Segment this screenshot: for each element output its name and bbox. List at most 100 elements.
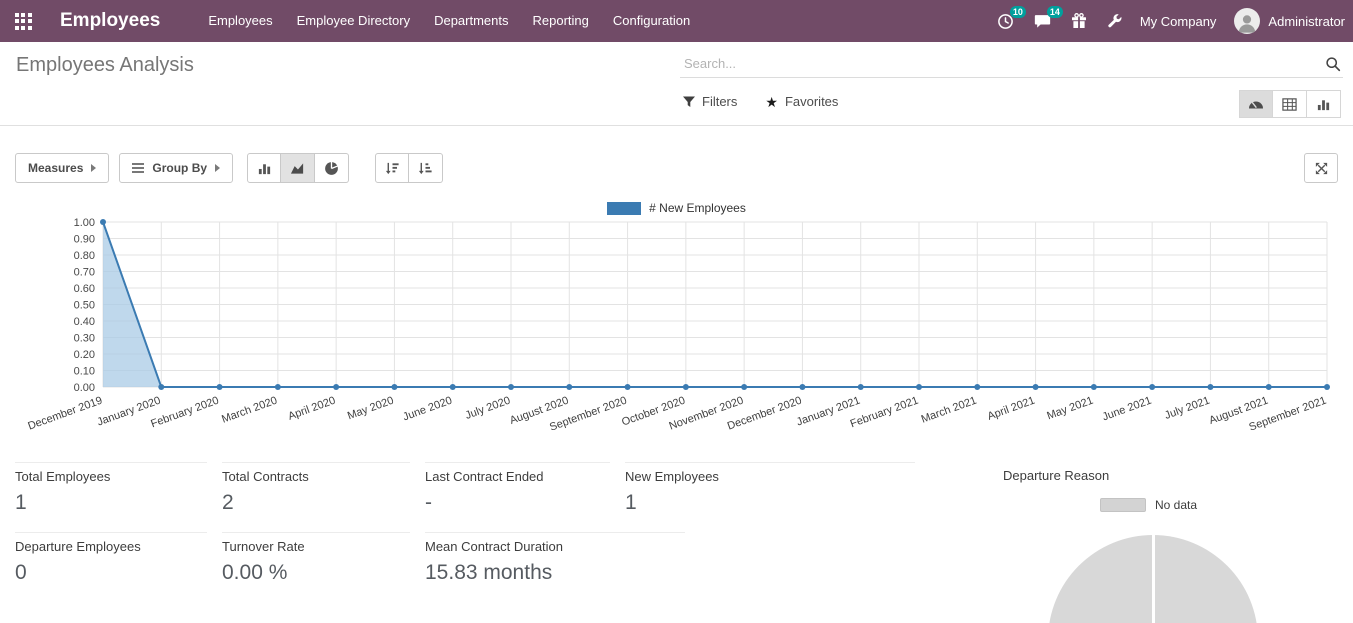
sort-asc-icon xyxy=(418,161,433,176)
main-menu: Employees Employee Directory Departments… xyxy=(196,0,702,42)
dashboard-icon xyxy=(1248,96,1264,112)
svg-text:0.70: 0.70 xyxy=(74,267,95,279)
stat-value: - xyxy=(425,491,610,515)
svg-text:May 2021: May 2021 xyxy=(1045,395,1095,423)
svg-text:March 2021: March 2021 xyxy=(920,395,979,426)
pivot-table-icon xyxy=(1282,97,1297,112)
legend-label: # New Employees xyxy=(649,201,746,215)
stat-mean-contract-duration: Mean Contract Duration 15.83 months xyxy=(425,532,685,585)
menu-configuration[interactable]: Configuration xyxy=(601,0,702,42)
star-icon: ★ xyxy=(765,95,778,109)
svg-text:0.30: 0.30 xyxy=(74,333,95,345)
top-navbar: Employees Employees Employee Directory D… xyxy=(0,0,1353,42)
view-pivot-button[interactable] xyxy=(1273,90,1307,118)
favorites-label: Favorites xyxy=(785,94,838,109)
no-data-label: No data xyxy=(1155,498,1197,512)
stat-value: 1 xyxy=(625,491,915,515)
chart-type-pie-button[interactable] xyxy=(315,153,349,183)
user-menu[interactable]: Administrator xyxy=(1260,14,1353,29)
group-by-label: Group By xyxy=(152,161,207,175)
stat-label: Total Contracts xyxy=(222,469,410,484)
chart-legend[interactable]: # New Employees xyxy=(0,201,1353,215)
svg-text:1.00: 1.00 xyxy=(74,217,95,229)
menu-reporting[interactable]: Reporting xyxy=(521,0,601,42)
view-graph-button[interactable] xyxy=(1307,90,1341,118)
apps-menu-button[interactable] xyxy=(0,0,46,42)
stat-label: New Employees xyxy=(625,469,915,484)
stat-last-contract-ended: Last Contract Ended - xyxy=(425,462,610,515)
messages-button[interactable]: 14 xyxy=(1024,0,1061,42)
search-bar xyxy=(680,50,1343,78)
menu-departments[interactable]: Departments xyxy=(422,0,520,42)
user-icon xyxy=(1236,12,1258,34)
app-title: Employees xyxy=(60,10,160,32)
analysis-chart[interactable]: 0.000.100.200.300.400.500.600.700.800.90… xyxy=(0,217,1353,449)
caret-icon xyxy=(215,164,220,172)
sort-ascending-button[interactable] xyxy=(409,153,443,183)
filters-button[interactable]: Filters xyxy=(683,94,737,109)
measures-button[interactable]: Measures xyxy=(15,153,109,183)
gift-icon xyxy=(1071,13,1087,29)
stat-label: Mean Contract Duration xyxy=(425,539,685,554)
chart-type-line-button[interactable] xyxy=(281,153,315,183)
sort-group xyxy=(375,153,443,183)
svg-text:0.00: 0.00 xyxy=(74,382,95,394)
pie-divider xyxy=(1152,535,1155,623)
stat-label: Last Contract Ended xyxy=(425,469,610,484)
svg-text:March 2020: March 2020 xyxy=(220,395,279,426)
departure-reason-legend[interactable]: No data xyxy=(1100,498,1197,512)
svg-text:May 2020: May 2020 xyxy=(346,395,396,423)
svg-text:0.60: 0.60 xyxy=(74,283,95,295)
company-switcher[interactable]: My Company xyxy=(1132,14,1225,29)
menu-employee-directory[interactable]: Employee Directory xyxy=(285,0,422,42)
svg-text:December 2019: December 2019 xyxy=(26,395,104,433)
page-title: Employees Analysis xyxy=(16,54,194,77)
filter-icon xyxy=(683,96,695,108)
stat-label: Total Employees xyxy=(15,469,207,484)
expand-button[interactable] xyxy=(1304,153,1338,183)
stat-total-employees: Total Employees 1 xyxy=(15,462,207,515)
filters-label: Filters xyxy=(702,94,737,109)
search-icon[interactable] xyxy=(1325,56,1341,77)
svg-text:0.50: 0.50 xyxy=(74,300,95,312)
sort-descending-button[interactable] xyxy=(375,153,409,183)
departure-reason-title: Departure Reason xyxy=(1003,468,1109,483)
stat-label: Departure Employees xyxy=(15,539,207,554)
svg-text:0.90: 0.90 xyxy=(74,234,95,246)
svg-text:April 2021: April 2021 xyxy=(986,395,1037,423)
svg-text:June 2021: June 2021 xyxy=(1101,395,1153,424)
svg-text:July 2020: July 2020 xyxy=(464,395,512,422)
svg-text:0.10: 0.10 xyxy=(74,366,95,378)
stat-value: 2 xyxy=(222,491,410,515)
stat-label: Turnover Rate xyxy=(222,539,410,554)
tools-button[interactable] xyxy=(1097,0,1132,42)
measures-label: Measures xyxy=(28,161,83,175)
group-by-button[interactable]: Group By xyxy=(119,153,233,183)
group-by-icon xyxy=(132,163,144,173)
stat-new-employees: New Employees 1 xyxy=(625,462,915,515)
stat-turnover-rate: Turnover Rate 0.00 % xyxy=(222,532,410,585)
favorites-button[interactable]: ★ Favorites xyxy=(765,94,838,109)
svg-text:April 2020: April 2020 xyxy=(287,395,338,423)
bar-chart-icon xyxy=(257,161,272,176)
stat-departure-employees: Departure Employees 0 xyxy=(15,532,207,585)
caret-icon xyxy=(91,164,96,172)
control-panel: Employees Analysis Filters ★ Favorites xyxy=(0,42,1353,126)
area-chart-icon xyxy=(290,161,305,176)
chart-type-group xyxy=(247,153,349,183)
legend-swatch xyxy=(607,202,641,215)
menu-employees[interactable]: Employees xyxy=(196,0,284,42)
view-dashboard-button[interactable] xyxy=(1239,90,1273,118)
avatar[interactable] xyxy=(1234,8,1260,34)
view-switcher xyxy=(1239,90,1341,118)
activities-button[interactable]: 10 xyxy=(987,0,1024,42)
search-input[interactable] xyxy=(680,50,1343,78)
departure-reason-pie[interactable] xyxy=(1048,535,1258,623)
svg-text:0.40: 0.40 xyxy=(74,316,95,328)
stat-value: 15.83 months xyxy=(425,561,685,585)
support-button[interactable] xyxy=(1061,0,1097,42)
stat-value: 0 xyxy=(15,561,207,585)
bar-chart-icon xyxy=(1316,97,1331,112)
chart-type-bar-button[interactable] xyxy=(247,153,281,183)
stat-value: 0.00 % xyxy=(222,561,410,585)
